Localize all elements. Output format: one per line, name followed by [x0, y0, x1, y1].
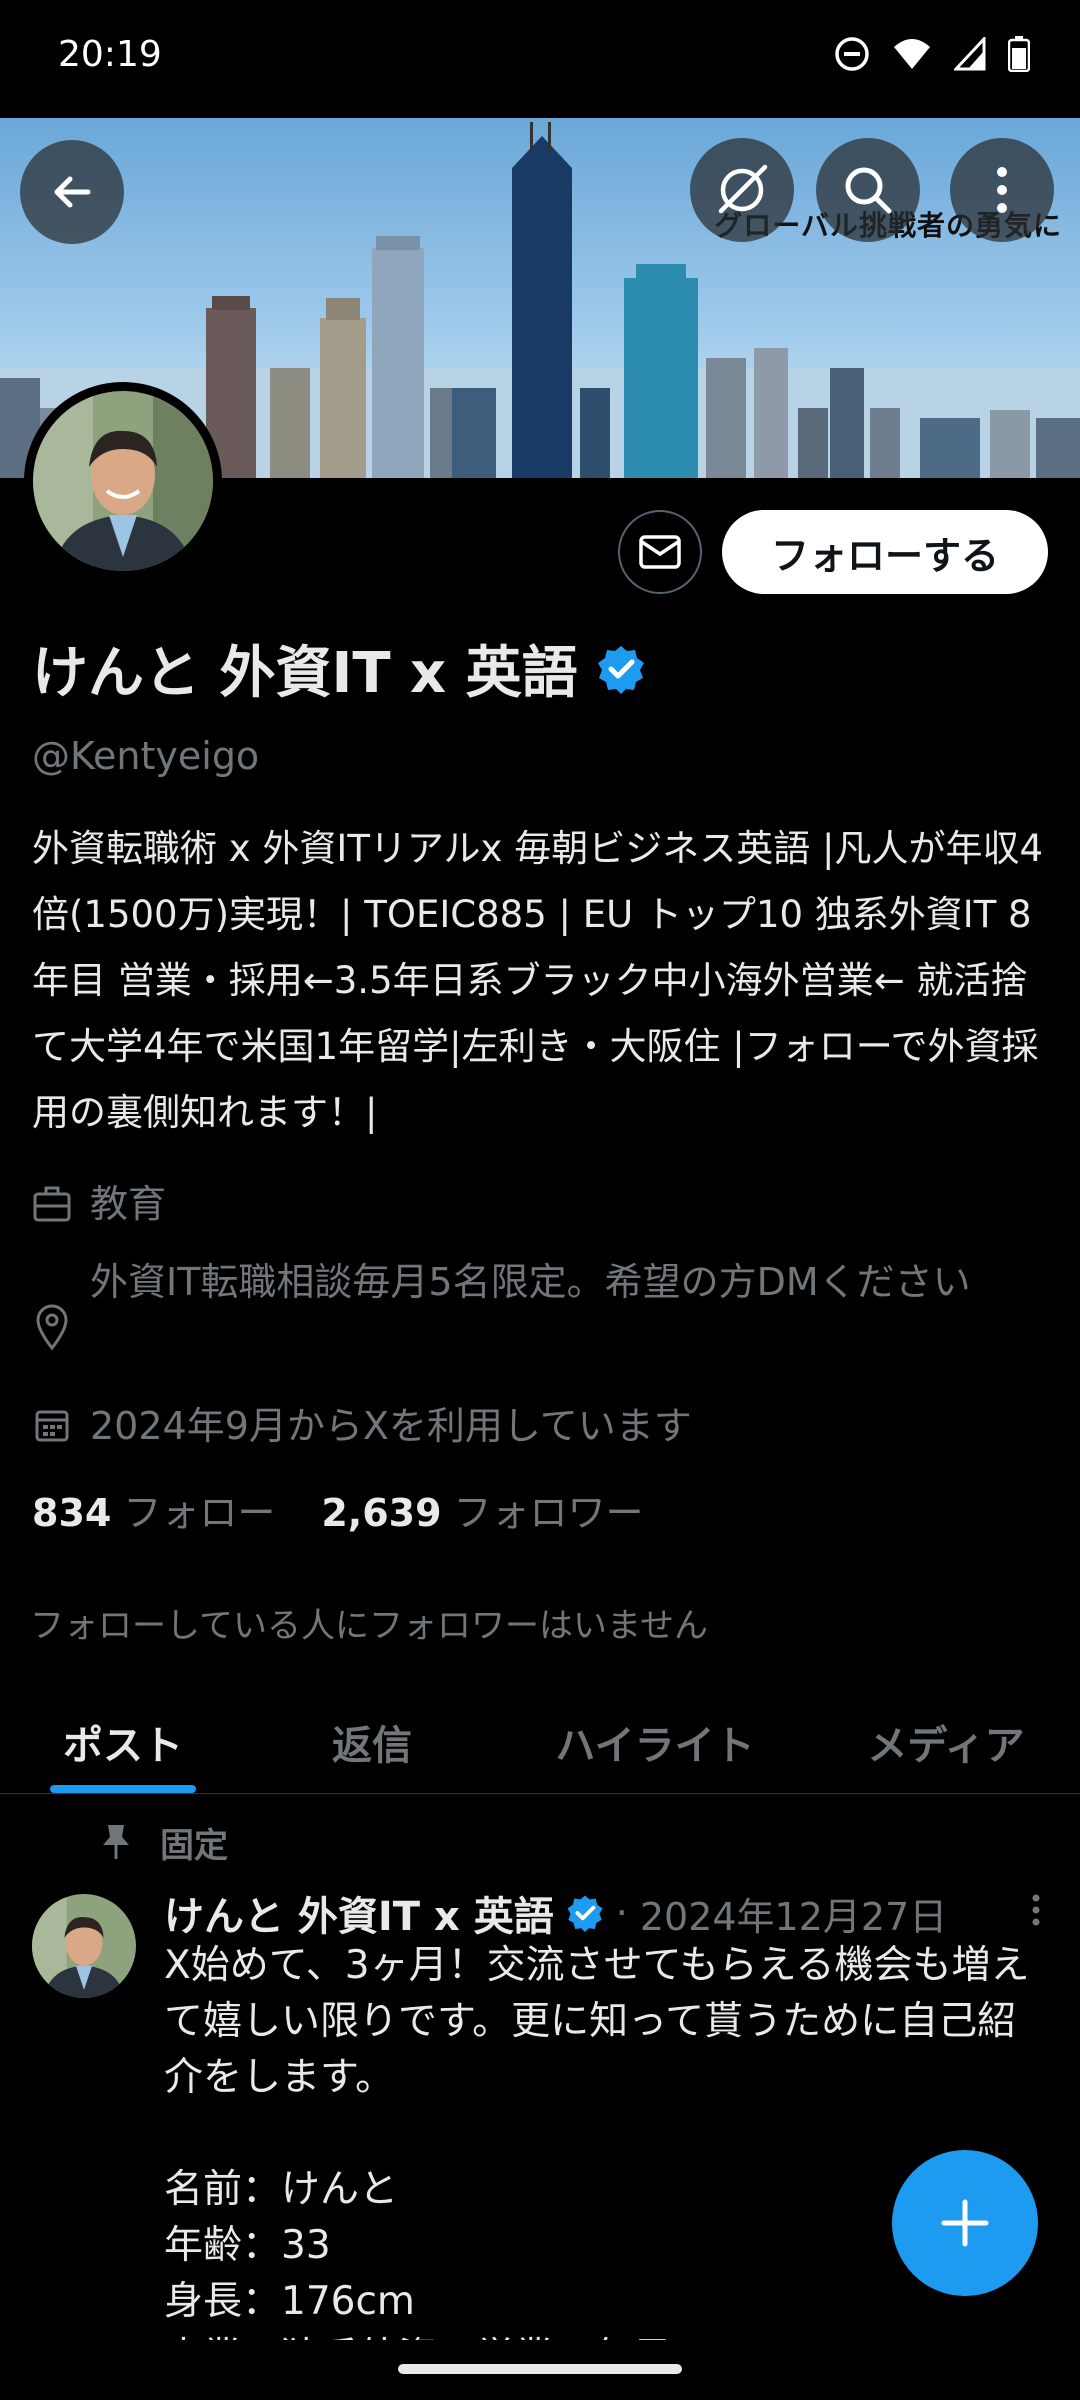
followers-count: 2,639 — [321, 1491, 442, 1535]
pin-icon — [103, 1824, 129, 1859]
follow-counts: 834 フォロー 2,639 フォロワー — [32, 1482, 644, 1537]
profile-location: 外資IT転職相談毎月5名限定。希望の方DMください — [90, 1260, 971, 1304]
tab-replies[interactable]: 返信 — [246, 1690, 498, 1793]
location-row: 外資IT転職相談毎月5名限定。希望の方DMください — [32, 1250, 1070, 1378]
post-body[interactable]: X始めて、3ヶ月！交流させてもらえる機会も増えて嬉しい限りです。更に知って貰うた… — [164, 1938, 1044, 2340]
profile-handle: @Kentyeigo — [32, 734, 260, 778]
verified-badge-icon[interactable] — [596, 644, 646, 694]
wifi-icon — [894, 39, 930, 69]
search-button[interactable] — [816, 138, 920, 242]
follow-button[interactable]: フォローする — [722, 510, 1048, 594]
profile-bio: 外資転職術 x 外資ITリアルx 毎朝ビジネス英語 |凡人が年収4倍(1500万… — [32, 827, 1043, 1134]
avatar-image — [33, 391, 213, 571]
profile-tabs: ポスト 返信 ハイライト メディア — [0, 1690, 1080, 1794]
joined-row: 2024年9月からXを利用しています — [32, 1394, 1070, 1458]
mail-icon — [639, 535, 681, 569]
pinned-label: 固定 — [160, 1826, 228, 1866]
location-pin-icon — [36, 1304, 68, 1351]
followers-link[interactable]: 2,639 フォロワー — [321, 1482, 643, 1537]
tab-label: ハイライト — [555, 1722, 755, 1769]
verified-badge-icon — [567, 1895, 603, 1932]
tab-label: ポスト — [63, 1722, 183, 1769]
person-photo — [32, 1894, 136, 1998]
tab-label: 返信 — [332, 1722, 412, 1769]
home-indicator[interactable] — [398, 2364, 682, 2374]
plus-icon — [941, 2199, 989, 2247]
more-vertical-icon — [1032, 1894, 1040, 1926]
display-name-row: けんと 外資IT x 英語 — [32, 628, 646, 709]
tab-media[interactable]: メディア — [812, 1690, 1080, 1793]
tab-label: メディア — [867, 1722, 1025, 1769]
back-button[interactable] — [20, 140, 124, 244]
person-photo — [33, 391, 213, 571]
tab-posts[interactable]: ポスト — [0, 1690, 246, 1793]
calendar-icon — [35, 1410, 69, 1442]
post-separator: · — [615, 1891, 628, 1935]
display-name: けんと 外資IT x 英語 — [32, 641, 578, 706]
post-author-name[interactable]: けんと 外資IT x 英語 — [164, 1884, 554, 1942]
profile-avatar[interactable] — [24, 382, 222, 580]
briefcase-icon — [33, 1186, 71, 1222]
post-header: けんと 外資IT x 英語 · 2024年12月27日 — [164, 1884, 947, 1942]
signal-icon — [954, 37, 986, 71]
post-date[interactable]: 2024年12月27日 — [640, 1886, 947, 1941]
back-arrow-icon — [54, 176, 91, 208]
following-link[interactable]: 834 フォロー — [32, 1482, 275, 1537]
pinned-indicator: 固定 — [100, 1818, 228, 1867]
more-vertical-icon — [997, 167, 1007, 213]
profile-category: 教育 — [90, 1182, 167, 1226]
post-more-button[interactable] — [1030, 1892, 1042, 1932]
do-not-disturb-icon — [835, 37, 869, 71]
followed-by-text: フォローしている人にフォロワーはいません — [30, 1606, 708, 1646]
status-time: 20:19 — [58, 34, 162, 75]
grok-button[interactable] — [690, 138, 794, 242]
status-icons — [834, 36, 1030, 72]
active-tab-indicator — [50, 1785, 196, 1793]
message-button[interactable] — [618, 510, 702, 594]
following-label: フォロー — [123, 1491, 276, 1535]
category-row: 教育 — [32, 1172, 1070, 1236]
battery-icon — [1008, 36, 1030, 72]
compose-post-button[interactable] — [892, 2150, 1038, 2296]
post-author-avatar[interactable] — [32, 1894, 136, 1998]
status-bar: 20:19 — [0, 0, 1080, 118]
followers-label: フォロワー — [453, 1491, 644, 1535]
following-count: 834 — [32, 1491, 112, 1535]
profile-joined: 2024年9月からXを利用しています — [90, 1404, 692, 1448]
more-options-button[interactable] — [950, 138, 1054, 242]
search-icon — [845, 167, 892, 214]
grok-icon — [718, 164, 768, 214]
tab-highlights[interactable]: ハイライト — [498, 1690, 812, 1793]
